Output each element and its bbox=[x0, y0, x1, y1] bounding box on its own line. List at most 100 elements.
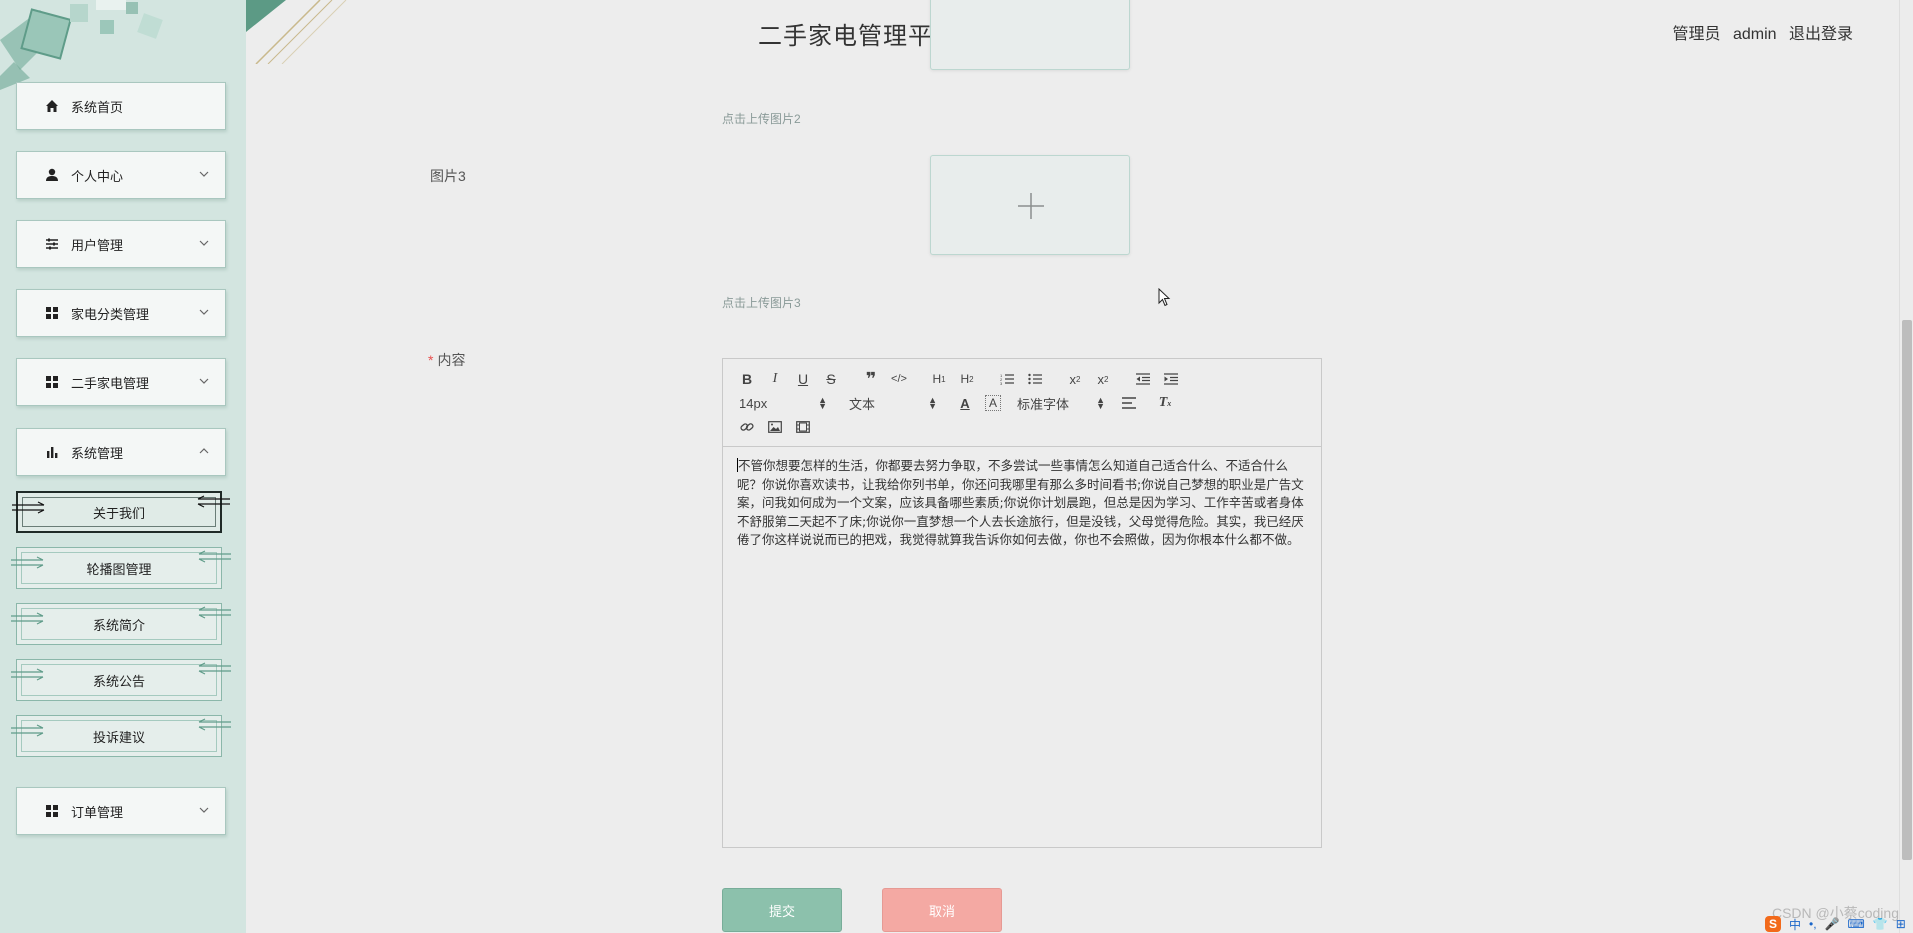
arrow-right-icon bbox=[11, 724, 44, 737]
outdent-button[interactable] bbox=[1129, 367, 1157, 391]
logout-link[interactable]: 退出登录 bbox=[1789, 26, 1853, 43]
video-button[interactable] bbox=[789, 415, 817, 439]
sidebar-item-home[interactable]: 系统首页 bbox=[16, 82, 226, 130]
sub-item-about-us[interactable]: 关于我们 bbox=[12, 491, 230, 533]
arrow-left-icon bbox=[198, 718, 231, 731]
sidebar-item-label: 家电分类管理 bbox=[71, 306, 150, 322]
sub-item-complaints[interactable]: 投诉建议 bbox=[11, 715, 231, 757]
editor-toolbar: B I U S ❞ </> H1 H2 123 x2 x2 14px ▲ ▼ 文… bbox=[723, 359, 1321, 447]
svg-text:3: 3 bbox=[1000, 381, 1003, 385]
upload-box-3[interactable] bbox=[930, 155, 1130, 255]
heading2-button[interactable]: H2 bbox=[953, 367, 981, 391]
main-content: 二手家电管理平台 管理员 admin 退出登录 点击上传图片2 图片3 点击上传… bbox=[246, 0, 1913, 933]
video-icon bbox=[796, 421, 810, 433]
arrow-left-icon bbox=[197, 495, 230, 508]
font-family-select[interactable]: 标准字体 ▲ ▼ bbox=[1011, 391, 1111, 415]
sub-item-carousel[interactable]: 轮播图管理 bbox=[11, 547, 231, 589]
microphone-icon: 🎤 bbox=[1824, 917, 1840, 931]
sidebar-item-label: 个人中心 bbox=[71, 168, 124, 184]
picture3-label: 图片3 bbox=[430, 168, 466, 184]
chevron-up-icon bbox=[199, 448, 209, 454]
content-label: * 内容 bbox=[428, 352, 466, 368]
arrow-right-icon bbox=[11, 668, 44, 681]
home-icon bbox=[43, 97, 61, 115]
decorative-stripes-icon bbox=[246, 0, 347, 64]
apps-icon: ⊞ bbox=[1895, 917, 1906, 931]
rich-text-editor: B I U S ❞ </> H1 H2 123 x2 x2 14px ▲ ▼ 文… bbox=[722, 358, 1322, 848]
vertical-scrollbar[interactable] bbox=[1899, 0, 1913, 933]
sidebar-item-system-management[interactable]: 系统管理 bbox=[16, 428, 226, 476]
link-button[interactable] bbox=[733, 415, 761, 439]
bold-button[interactable]: B bbox=[733, 367, 761, 391]
decorative-pattern-icon bbox=[0, 0, 246, 90]
submit-button[interactable]: 提交 bbox=[722, 888, 842, 932]
font-color-button[interactable]: A bbox=[951, 391, 979, 415]
image-icon bbox=[768, 421, 782, 433]
ordered-list-button[interactable]: 123 bbox=[993, 367, 1021, 391]
code-block-button[interactable]: </> bbox=[885, 367, 913, 391]
user-info: 管理员 admin 退出登录 bbox=[1664, 20, 1853, 44]
outdent-icon bbox=[1136, 373, 1150, 385]
sidebar-item-label: 二手家电管理 bbox=[71, 375, 150, 391]
sidebar-item-label: 订单管理 bbox=[71, 804, 124, 820]
sub-item-system-intro[interactable]: 系统简介 bbox=[11, 603, 231, 645]
plus-icon bbox=[1018, 193, 1044, 219]
chevron-down-icon bbox=[199, 309, 209, 315]
sogou-icon: S bbox=[1765, 916, 1781, 932]
image-button[interactable] bbox=[761, 415, 789, 439]
align-button[interactable] bbox=[1115, 391, 1143, 415]
sub-item-label: 关于我们 bbox=[92, 505, 145, 521]
ime-toolbar: S 中 •, 🎤 ⌨ 👕 ⊞ bbox=[1763, 915, 1913, 933]
chevron-down-icon bbox=[199, 171, 209, 177]
italic-button[interactable]: I bbox=[761, 367, 789, 391]
blockquote-button[interactable]: ❞ bbox=[857, 367, 885, 391]
ordered-list-icon: 123 bbox=[1000, 373, 1014, 385]
clear-format-button[interactable]: Tx bbox=[1151, 391, 1179, 415]
indent-button[interactable] bbox=[1157, 367, 1185, 391]
arrow-right-icon bbox=[12, 501, 45, 514]
sub-item-announcement[interactable]: 系统公告 bbox=[11, 659, 231, 701]
arrow-left-icon bbox=[198, 606, 231, 619]
page-title: 二手家电管理平台 bbox=[758, 23, 958, 50]
superscript-button[interactable]: x2 bbox=[1089, 367, 1117, 391]
punctuation-icon: •, bbox=[1809, 917, 1817, 931]
select-arrows-icon: ▲ ▼ bbox=[928, 395, 937, 411]
sidebar-item-order-management[interactable]: 订单管理 bbox=[16, 787, 226, 835]
sub-item-label: 系统简介 bbox=[92, 617, 145, 633]
heading1-button[interactable]: H1 bbox=[925, 367, 953, 391]
scrollbar-thumb[interactable] bbox=[1902, 320, 1912, 860]
strikethrough-button[interactable]: S bbox=[817, 367, 845, 391]
grid-icon bbox=[43, 802, 61, 820]
bullet-list-icon bbox=[1028, 373, 1042, 385]
upload-box-2[interactable] bbox=[930, 0, 1130, 70]
sidebar-item-label: 用户管理 bbox=[71, 237, 124, 253]
username: admin bbox=[1732, 26, 1777, 43]
sidebar-item-user-management[interactable]: 用户管理 bbox=[16, 220, 226, 268]
sidebar-item-personal-center[interactable]: 个人中心 bbox=[16, 151, 226, 199]
required-mark: * bbox=[428, 352, 434, 368]
background-color-button[interactable]: A bbox=[985, 395, 1001, 411]
sidebar-item-appliance-category[interactable]: 家电分类管理 bbox=[16, 289, 226, 337]
bullet-list-button[interactable] bbox=[1021, 367, 1049, 391]
subscript-button[interactable]: x2 bbox=[1061, 367, 1089, 391]
user-icon bbox=[43, 166, 61, 184]
bar-chart-icon bbox=[43, 443, 61, 461]
editor-content[interactable]: 不管你想要怎样的生活，你都要去努力争取，不多尝试一些事情怎么知道自己适合什么、不… bbox=[723, 447, 1321, 560]
cancel-button[interactable]: 取消 bbox=[882, 888, 1002, 932]
arrow-right-icon bbox=[11, 612, 44, 625]
sliders-icon bbox=[43, 235, 61, 253]
upload-hint-2: 点击上传图片2 bbox=[722, 112, 801, 126]
ime-language[interactable]: 中 bbox=[1789, 916, 1801, 933]
align-left-icon bbox=[1122, 397, 1136, 409]
select-arrows-icon: ▲ ▼ bbox=[818, 395, 827, 411]
select-arrows-icon: ▲ ▼ bbox=[1096, 395, 1105, 411]
sidebar-item-label: 系统首页 bbox=[71, 99, 124, 115]
chevron-down-icon bbox=[199, 378, 209, 384]
indent-icon bbox=[1164, 373, 1178, 385]
sidebar-item-secondhand-appliance[interactable]: 二手家电管理 bbox=[16, 358, 226, 406]
font-size-select[interactable]: 14px ▲ ▼ bbox=[733, 391, 833, 415]
arrow-left-icon bbox=[198, 662, 231, 675]
block-type-select[interactable]: 文本 ▲ ▼ bbox=[843, 391, 943, 415]
underline-button[interactable]: U bbox=[789, 367, 817, 391]
grid-icon bbox=[43, 373, 61, 391]
